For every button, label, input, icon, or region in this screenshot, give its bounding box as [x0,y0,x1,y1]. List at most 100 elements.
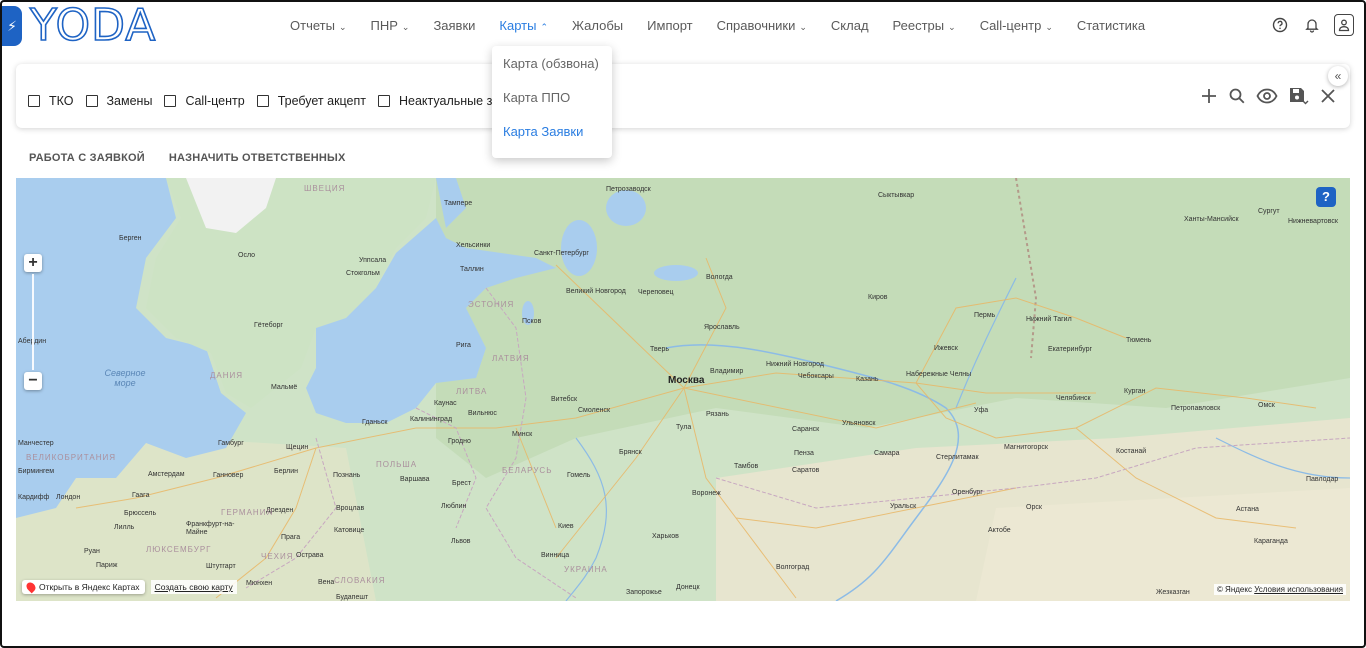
collapse-panel-button[interactable]: « [1328,66,1348,86]
map-label: Гаага [132,492,150,499]
zoom-slider[interactable] [32,274,34,370]
nav-warehouse[interactable]: Склад [819,16,881,36]
map-label: Минск [512,431,533,438]
map-label: Орск [1026,504,1042,511]
lightning-icon[interactable]: ⚡ [2,6,22,46]
map-label: Москва [668,375,705,386]
map-label: Пермь [974,312,996,319]
menu-item-ppo-map[interactable]: Карта ППО [492,88,612,122]
map-label: Штутгарт [206,563,236,570]
yandex-map[interactable]: Москва Санкт-Петербург Хельсинки Таллин … [16,178,1350,601]
map-label: Екатеринбург [1048,346,1093,353]
nav-call-center[interactable]: Call-центр ⌄ [968,16,1065,36]
chevron-down-icon: ⌄ [948,22,956,32]
chevron-down-icon: ⌄ [799,22,807,32]
map-label: Острава [296,552,324,559]
open-in-yandex-maps-link[interactable]: Открыть в Яндекс Картах [22,580,145,594]
map-label: Брест [452,480,472,487]
map-label: Псков [522,318,542,325]
map-label: Манчестер [18,440,54,447]
help-circle-icon[interactable] [1270,15,1290,35]
map-help-button[interactable]: ? [1316,187,1336,207]
app-logo[interactable]: YODA [29,3,156,49]
map-label: Брюссель [124,510,157,517]
checkbox[interactable] [256,95,269,107]
nav-directories[interactable]: Справочники ⌄ [705,16,819,36]
nav-maps[interactable]: Карты ⌃ [487,16,560,36]
terms-of-use-link[interactable]: Условия использования [1254,585,1343,594]
map-label: Вена [318,579,335,586]
map-label: Познань [333,472,361,479]
filter-requires-accept[interactable]: Требует акцепт [256,94,366,108]
map-label: Бирмингем [18,468,55,475]
map-label: Мальмё [271,384,298,391]
close-icon[interactable] [1320,88,1336,104]
map-label: Кардифф [18,494,50,501]
map-label: Тула [676,424,692,431]
nav-import[interactable]: Импорт [635,16,704,36]
bell-icon[interactable] [1302,15,1322,35]
country-label: ГЕРМАНИЯ [221,508,274,517]
map-label: Таллин [460,266,484,273]
checkbox[interactable] [28,95,40,107]
zoom-out-button[interactable]: − [24,372,42,390]
save-icon[interactable] [1288,86,1310,106]
map-label: Киров [868,294,888,301]
zoom-in-button[interactable]: + [24,254,42,272]
map-label: Великий Новгород [566,288,626,295]
map-label: Лилль [114,524,135,531]
search-icon[interactable] [1228,87,1246,105]
map-label: Франкфурт-на-Майне [186,521,235,536]
map-label: Воронеж [692,490,721,497]
map-label: Нижний Новгород [766,361,824,368]
map-label: Хельсинки [456,242,491,249]
filter-actions [1200,86,1336,106]
map-label: Берлин [274,468,299,475]
country-label: ЛАТВИЯ [492,354,530,363]
checkbox[interactable] [378,95,390,107]
checkbox[interactable] [164,95,177,107]
map-label: Киев [558,523,574,530]
maps-dropdown-menu: Карта (обзвона) Карта ППО Карта Заявки [492,46,612,158]
filter-replacements[interactable]: Замены [85,94,152,108]
nav-registries[interactable]: Реестры ⌄ [881,16,968,36]
map-label: Актобе [988,527,1011,534]
country-label: ЛЮКСЕМБУРГ [146,545,212,554]
chevron-down-icon: ⌄ [338,22,347,32]
map-label: Каунас [434,400,457,407]
nav-statistics[interactable]: Статистика [1065,16,1157,36]
eye-icon[interactable] [1256,87,1278,105]
map-label: Саранск [792,426,820,433]
chevron-up-icon: ⌃ [540,22,549,32]
map-label: Смоленск [578,407,611,414]
menu-item-request-map[interactable]: Карта Заявки [492,122,612,156]
map-label: Берген [119,235,142,242]
map-label: Нижний Тагил [1026,316,1072,323]
filter-tko[interactable]: ТКО [28,94,74,108]
map-label: Стокгольм [346,270,380,277]
map-label: Мюнхен [246,580,273,587]
map-label: Амстердам [148,471,185,478]
nav-requests[interactable]: Заявки [421,16,487,36]
tab-assign-responsible[interactable]: НАЗНАЧИТЬ ОТВЕТСТВЕННЫХ [169,152,346,164]
user-icon[interactable] [1334,14,1354,36]
map-label: Тамбов [734,463,759,470]
map-footer-links: Открыть в Яндекс Картах Создать свою кар… [22,580,237,594]
map-label: Магнитогорск [1004,444,1048,451]
open-yandex-label: Открыть в Яндекс Картах [39,582,140,592]
menu-item-call-map[interactable]: Карта (обзвона) [492,54,612,88]
map-label: Вологда [706,274,733,281]
map-label: Караганда [1254,538,1288,545]
nav-reports[interactable]: Отчеты ⌄ [278,16,358,36]
location-pin-icon [24,580,38,594]
checkbox[interactable] [85,95,98,107]
map-label: Тампере [444,200,473,207]
nav-complaints[interactable]: Жалобы [560,16,635,36]
map-label: Владимир [710,368,744,375]
filter-call-center[interactable]: Call-центр [164,94,245,108]
tab-work-with-request[interactable]: РАБОТА С ЗАЯВКОЙ [29,152,145,164]
nav-pnr[interactable]: ПНР ⌄ [358,16,421,36]
plus-icon[interactable] [1200,87,1218,105]
country-label: УКРАИНА [564,565,608,574]
create-map-link[interactable]: Создать свою карту [150,580,237,594]
